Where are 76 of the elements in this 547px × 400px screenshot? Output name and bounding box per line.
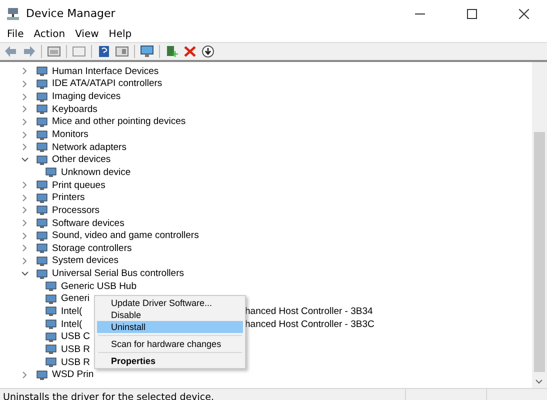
device-icon	[36, 256, 48, 266]
tree-item[interactable]: Other devices	[52, 154, 111, 166]
monitor-icon[interactable]	[139, 44, 155, 59]
window-icon[interactable]	[114, 44, 130, 59]
tree-item[interactable]: Intel(	[61, 306, 82, 317]
menu-item[interactable]: Scan for hardware changes	[97, 338, 243, 350]
tree-item[interactable]: Mice and other pointing devices	[52, 116, 186, 128]
device-icon	[45, 281, 57, 292]
tree-item[interactable]: Generic USB Hub	[61, 280, 137, 292]
menu-item[interactable]: Uninstall	[97, 321, 243, 333]
menu-item[interactable]: Help	[104, 29, 137, 40]
tree-item[interactable]: Processors	[52, 204, 100, 216]
device-icon	[45, 294, 57, 304]
tree-item[interactable]: Generi	[61, 293, 90, 304]
back-icon[interactable]	[3, 44, 19, 59]
maximize-icon	[467, 8, 477, 18]
scrollbar[interactable]	[532, 62, 547, 388]
device-icon	[36, 268, 48, 279]
chevron-down-icon[interactable]	[535, 379, 543, 385]
add-device-icon[interactable]	[164, 44, 180, 59]
device-icon	[36, 192, 48, 203]
tree-item[interactable]: System devices	[52, 255, 119, 266]
tree-item[interactable]: Monitors	[52, 129, 88, 140]
tree-item[interactable]: USB R	[61, 344, 90, 355]
device-icon	[36, 154, 48, 165]
device-icon	[36, 104, 48, 114]
device-icon	[45, 332, 57, 342]
device-icon	[36, 243, 48, 254]
device-icon	[36, 116, 48, 127]
menu-item[interactable]: Disable	[97, 309, 243, 321]
window-icon[interactable]	[46, 44, 62, 59]
tree-item[interactable]: IDE ATA/ATAPI controllers	[52, 78, 162, 90]
device-icon	[36, 78, 48, 89]
menu-item[interactable]: Properties	[97, 355, 243, 367]
tree-item[interactable]: WSD Prin	[52, 369, 94, 380]
device-icon	[45, 306, 57, 316]
window-title: Device Manager	[26, 7, 116, 20]
device-icon	[36, 230, 48, 241]
device-icon	[36, 130, 48, 140]
tree-item[interactable]: Software devices	[52, 218, 124, 228]
menu-item[interactable]: File	[2, 29, 29, 40]
tree-item[interactable]: Universal Serial Bus controllers	[52, 268, 184, 280]
status-text: Uninstalls the driver for the selected device.	[2, 390, 215, 400]
device-icon	[36, 92, 48, 102]
tree-item[interactable]: Printers	[52, 192, 85, 204]
tree-item[interactable]: USB C	[61, 331, 90, 342]
forward-icon[interactable]	[21, 44, 37, 59]
tree-item[interactable]: Intel(	[61, 318, 82, 330]
device-icon	[36, 218, 48, 228]
tree-item[interactable]: Sound, video and game controllers	[52, 230, 199, 242]
tree-item[interactable]: Human Interface Devices	[52, 66, 159, 77]
device-icon	[36, 180, 48, 190]
close-icon	[519, 8, 529, 18]
download-icon[interactable]	[200, 44, 216, 59]
tree-item[interactable]: Storage controllers	[52, 242, 132, 254]
app-icon	[6, 6, 20, 20]
device-icon	[45, 344, 57, 354]
tree-item[interactable]: Unknown device	[61, 166, 131, 178]
device-icon	[36, 66, 48, 76]
tree-item[interactable]: Network adapters	[52, 142, 126, 153]
delete-icon[interactable]	[182, 44, 198, 59]
tree-item[interactable]: Keyboards	[52, 104, 98, 115]
menu-item[interactable]: Update Driver Software...	[97, 297, 243, 309]
device-icon	[45, 357, 57, 368]
device-icon	[45, 167, 57, 178]
device-icon	[36, 205, 48, 216]
tree-item[interactable]: Print queues	[52, 180, 106, 191]
device-icon	[36, 370, 48, 380]
menu-item[interactable]: View	[70, 29, 104, 40]
tree-item[interactable]: Imaging devices	[52, 91, 121, 102]
menu-item[interactable]: Action	[28, 29, 70, 40]
window-icon[interactable]	[71, 44, 87, 59]
help-icon[interactable]	[96, 44, 112, 59]
tree-item[interactable]: USB R	[61, 356, 90, 368]
device-icon	[36, 142, 48, 152]
device-icon	[45, 319, 57, 330]
